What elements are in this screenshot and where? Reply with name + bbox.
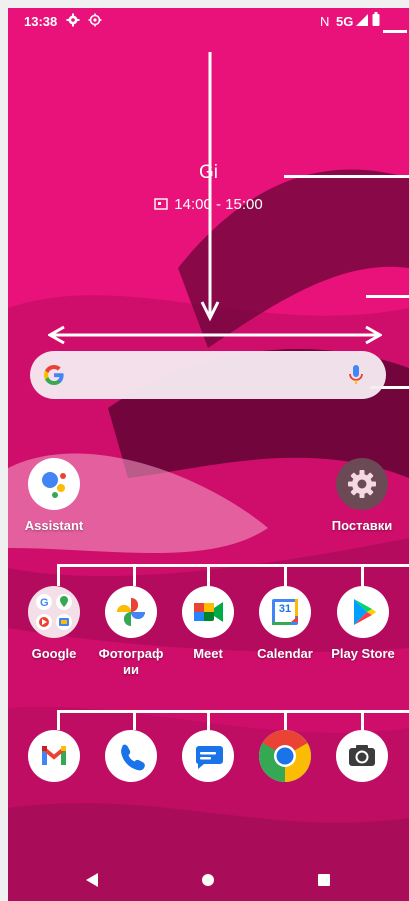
- app-label: Play Store: [331, 646, 395, 661]
- location-target-icon: [88, 13, 102, 27]
- event-title[interactable]: Gi: [8, 162, 409, 184]
- app-label: Google: [31, 646, 77, 661]
- battery-icon: [372, 12, 380, 26]
- annotation-line: [57, 710, 60, 730]
- annotation-line: [133, 710, 136, 730]
- gmail-icon: [28, 730, 80, 782]
- camera-icon: [336, 730, 388, 782]
- network-type: 5G: [336, 14, 354, 29]
- annotation-line: [57, 564, 409, 567]
- back-triangle-icon[interactable]: [86, 873, 98, 887]
- app-assistant[interactable]: Assistant: [14, 458, 94, 534]
- recents-square-icon[interactable]: [318, 874, 330, 886]
- dock-camera[interactable]: [322, 730, 402, 782]
- messages-icon: [182, 730, 234, 782]
- event-time-range: 14:00 - 15:00: [174, 196, 263, 213]
- home-screen: 13:38 N 5G Gi 14:00 - 15:00 Assistant По…: [8, 8, 409, 901]
- dock-gmail[interactable]: [14, 730, 94, 782]
- annotation-line: [284, 710, 287, 730]
- photos-pinwheel-icon: [105, 586, 157, 638]
- annotation-line: [207, 564, 210, 586]
- event-time[interactable]: 14:00 - 15:00: [8, 196, 409, 213]
- play-triangle-icon: [337, 586, 389, 638]
- home-circle-icon[interactable]: [202, 874, 214, 886]
- swipe-down-arrow-icon: [200, 52, 220, 322]
- microphone-icon[interactable]: [348, 363, 364, 387]
- status-time: 13:38: [24, 14, 58, 29]
- phone-icon: [105, 730, 157, 782]
- chrome-icon: [259, 730, 311, 782]
- app-calendar[interactable]: 31 Calendar: [245, 586, 325, 662]
- annotation-line: [361, 564, 364, 586]
- annotation-line: [133, 564, 136, 586]
- gear-icon: [336, 458, 388, 510]
- app-label: Meet: [193, 646, 223, 661]
- signal-icon: [356, 14, 368, 26]
- app-label: Calendar: [257, 646, 313, 661]
- app-label: Assistant: [24, 518, 84, 533]
- annotation-line: [284, 564, 287, 586]
- annotation-line: [57, 710, 409, 713]
- app-meet[interactable]: Meet: [168, 586, 248, 662]
- app-play-store[interactable]: Play Store: [323, 586, 403, 662]
- calendar-day: 31: [278, 603, 292, 615]
- google-folder-icon: G: [28, 586, 80, 638]
- annotation-line: [361, 710, 364, 730]
- meet-camera-icon: [182, 586, 234, 638]
- annotation-line: [383, 30, 407, 33]
- svg-text:G: G: [40, 597, 49, 609]
- dock-messages[interactable]: [168, 730, 248, 782]
- settings-gear-icon: [66, 13, 80, 27]
- nfc-indicator: N: [320, 14, 330, 29]
- app-label: Фотограф ии: [98, 646, 164, 677]
- app-label: Поставки: [331, 518, 393, 533]
- annotation-line: [207, 710, 210, 730]
- annotation-line: [57, 564, 60, 586]
- assistant-icon: [28, 458, 80, 510]
- calendar-icon: [154, 198, 168, 210]
- app-settings[interactable]: Поставки: [322, 458, 402, 534]
- annotation-line: [366, 295, 409, 298]
- calendar-31-icon: 31: [259, 586, 311, 638]
- app-google[interactable]: G Google: [14, 586, 94, 662]
- dock-chrome[interactable]: [245, 730, 325, 782]
- swipe-horizontal-arrow-icon: [48, 325, 382, 345]
- navigation-bar: [8, 858, 409, 901]
- search-bar[interactable]: [30, 351, 386, 399]
- dock-phone[interactable]: [91, 730, 171, 782]
- app-photos[interactable]: Фотограф ии: [91, 586, 171, 678]
- google-g-icon: [44, 365, 64, 385]
